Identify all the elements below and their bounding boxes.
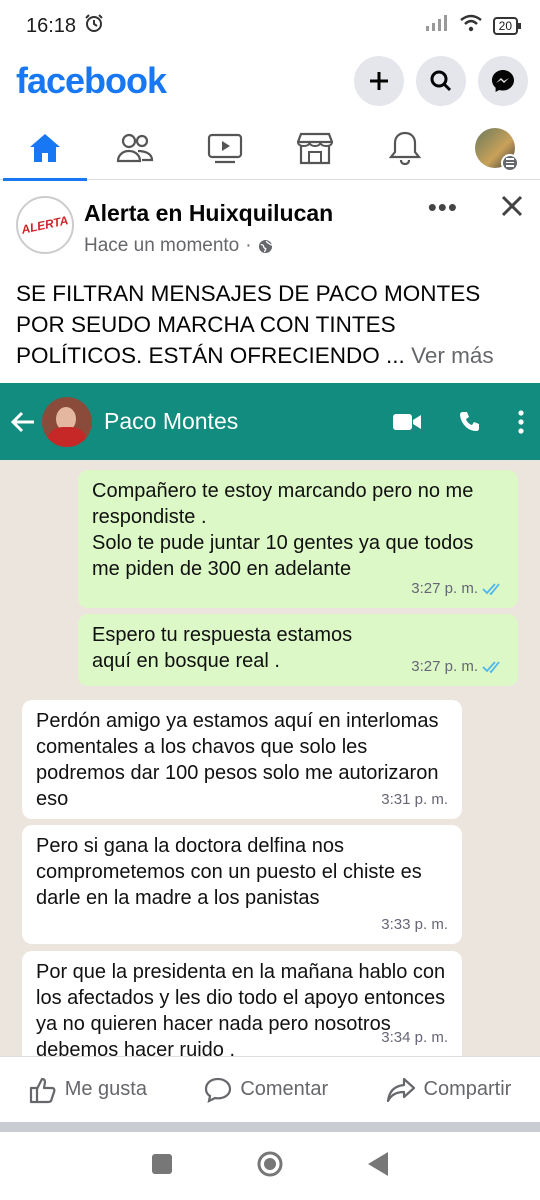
message-time: 3:34 p. m. bbox=[381, 1029, 448, 1046]
friends-icon bbox=[116, 133, 154, 162]
more-options-button[interactable]: ••• bbox=[428, 192, 458, 223]
tab-marketplace[interactable] bbox=[285, 116, 345, 180]
message-outgoing: Compañero te estoy marcando pero no me r… bbox=[78, 470, 518, 608]
facebook-header: facebook bbox=[0, 52, 540, 110]
create-button[interactable] bbox=[354, 56, 404, 106]
message-time: 3:27 p. m. bbox=[411, 576, 504, 602]
page-avatar-logo: ALERTA bbox=[20, 213, 70, 237]
circle-icon bbox=[257, 1151, 283, 1176]
like-button[interactable]: Me gusta bbox=[29, 1076, 147, 1104]
message-incoming: Por que la presidenta en la mañana hablo… bbox=[22, 951, 462, 1056]
message-outgoing: Espero tu respuesta estamos aquí en bosq… bbox=[78, 614, 518, 686]
square-icon bbox=[152, 1153, 173, 1174]
wifi-icon bbox=[459, 14, 483, 38]
feed-separator bbox=[0, 1122, 540, 1132]
post-time-text: Hace un momento bbox=[84, 235, 240, 256]
nav-tabs bbox=[0, 116, 540, 181]
search-button[interactable] bbox=[416, 56, 466, 106]
message-time: 3:31 p. m. bbox=[381, 791, 448, 808]
tab-home[interactable] bbox=[3, 116, 87, 181]
share-button[interactable]: Compartir bbox=[386, 1076, 512, 1104]
home-icon bbox=[30, 133, 60, 162]
close-icon bbox=[501, 195, 523, 217]
contact-name: Paco Montes bbox=[104, 408, 239, 434]
plus-icon bbox=[370, 72, 388, 90]
message-time: 3:33 p. m. bbox=[381, 916, 448, 933]
messenger-icon bbox=[492, 70, 514, 92]
close-post-button[interactable] bbox=[500, 194, 524, 223]
watch-icon bbox=[207, 133, 243, 163]
thumbs-up-icon bbox=[29, 1077, 56, 1103]
more-vertical-icon bbox=[518, 409, 524, 434]
bell-icon bbox=[389, 131, 421, 165]
tab-profile[interactable] bbox=[465, 116, 525, 180]
share-icon bbox=[386, 1077, 415, 1102]
comment-button[interactable]: Comentar bbox=[204, 1076, 328, 1104]
search-icon bbox=[430, 70, 452, 92]
message-incoming: Perdón amigo ya estamos aquí en interlom… bbox=[22, 700, 462, 819]
video-call-icon bbox=[393, 413, 421, 430]
comment-icon bbox=[205, 1077, 232, 1103]
marketplace-icon bbox=[297, 132, 333, 164]
status-time: 16:18 bbox=[26, 14, 77, 37]
triangle-back-icon bbox=[367, 1151, 388, 1176]
menu-icon bbox=[501, 153, 519, 172]
messenger-button[interactable] bbox=[478, 56, 528, 106]
like-label: Me gusta bbox=[64, 1078, 147, 1100]
recents-button[interactable] bbox=[151, 1153, 173, 1180]
post-timestamp[interactable]: Hace un momento · bbox=[84, 235, 333, 257]
battery-icon: 20 bbox=[492, 17, 522, 35]
back-button[interactable] bbox=[367, 1151, 389, 1182]
phone-icon bbox=[460, 411, 479, 431]
message-incoming: Pero si gana la doctora delfina nos comp… bbox=[22, 825, 462, 944]
tab-friends[interactable] bbox=[105, 116, 165, 180]
tab-watch[interactable] bbox=[195, 116, 255, 180]
contact-avatar bbox=[42, 396, 92, 447]
profile-avatar bbox=[475, 127, 519, 172]
tab-notifications[interactable] bbox=[375, 116, 435, 180]
signal-icon bbox=[425, 14, 449, 38]
read-receipt-icon bbox=[482, 583, 500, 596]
post-image-whatsapp-chat[interactable]: Paco Montes Compañero te estoy marcando … bbox=[0, 383, 540, 1056]
page-name[interactable]: Alerta en Huixquilucan bbox=[84, 200, 333, 227]
message-text: Pero si gana la doctora delfina nos comp… bbox=[36, 835, 422, 909]
share-label: Compartir bbox=[423, 1078, 512, 1100]
home-button[interactable] bbox=[256, 1150, 284, 1183]
system-navigation-bar bbox=[0, 1132, 540, 1200]
page-avatar[interactable]: ALERTA bbox=[16, 196, 74, 254]
alarm-icon bbox=[84, 13, 104, 39]
see-more-link[interactable]: Ver más bbox=[411, 343, 494, 368]
globe-icon bbox=[258, 239, 273, 253]
read-receipt-icon bbox=[482, 661, 500, 674]
facebook-logo[interactable]: facebook bbox=[16, 60, 167, 102]
message-text: Compañero te estoy marcando pero no me r… bbox=[92, 480, 474, 580]
back-arrow-icon bbox=[10, 411, 34, 432]
status-bar: 16:18 20 bbox=[0, 0, 540, 52]
post-header: ALERTA Alerta en Huixquilucan Hace un mo… bbox=[0, 180, 540, 260]
post-actions: Me gusta Comentar Compartir bbox=[0, 1056, 540, 1122]
chat-header: Paco Montes bbox=[0, 383, 540, 460]
message-time: 3:27 p. m. bbox=[411, 654, 504, 680]
comment-label: Comentar bbox=[240, 1078, 329, 1100]
